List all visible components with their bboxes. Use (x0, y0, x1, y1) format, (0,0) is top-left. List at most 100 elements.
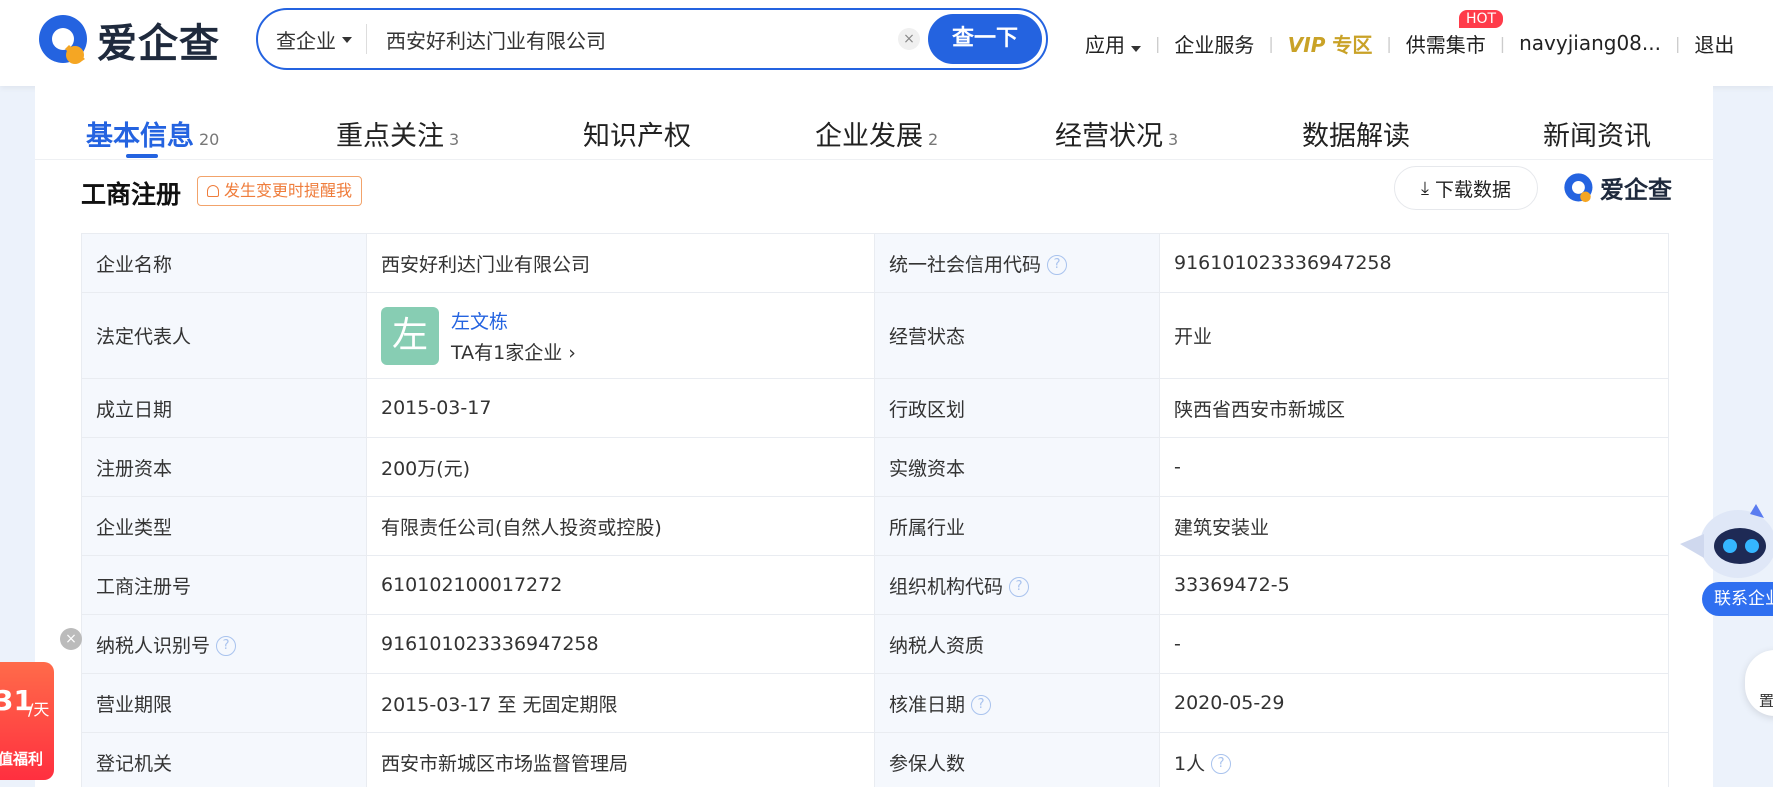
taxpayer-qual-value: - (1159, 614, 1669, 674)
authority-value: 西安市新城区市场监督管理局 (366, 732, 875, 787)
nav-separator: | (1155, 33, 1161, 53)
robot-assistant-icon[interactable] (1676, 500, 1773, 584)
insured-label: 参保人数 (874, 732, 1160, 787)
avatar[interactable]: 左 (381, 306, 439, 365)
bell-icon (207, 185, 219, 197)
download-button[interactable]: ⤓ 下载数据 (1394, 166, 1538, 210)
promo-banner[interactable]: 31 /天 值福利 (0, 662, 54, 780)
help-icon[interactable]: ? (971, 695, 992, 715)
tab-data-insight[interactable]: 数据解读 (1302, 114, 1410, 153)
search-bar: 查企业 × 查一下 (256, 8, 1126, 70)
nav-separator: | (1386, 33, 1392, 53)
watermark-text: 爱企查 (1600, 176, 1672, 204)
legal-rep-name-link[interactable]: 左文栋 (451, 307, 576, 334)
status-value: 开业 (1159, 292, 1669, 379)
region-value: 陕西省西安市新城区 (1159, 378, 1669, 438)
taxpayer-id-label: 纳税人识别号? (81, 614, 367, 674)
approval-value: 2020-05-29 (1159, 673, 1669, 733)
chevron-down-icon (342, 36, 352, 43)
insured-value: 1人? (1159, 732, 1669, 787)
nav-apps[interactable]: 应用 (1085, 29, 1141, 58)
credit-code-label: 统一社会信用代码? (874, 233, 1160, 293)
promo-unit: /天 (28, 700, 50, 719)
nav-vip-zone[interactable]: VIP 专区 (1288, 29, 1373, 58)
taxpayer-id-value: 916101023336947258 (366, 614, 875, 674)
table-row: 成立日期 2015-03-17 行政区划 陕西省西安市新城区 (81, 378, 1669, 438)
status-label: 经营状态 (874, 292, 1160, 379)
reg-capital-label: 注册资本 (81, 437, 367, 497)
chevron-right-icon: › (568, 341, 576, 364)
tab-key-focus[interactable]: 重点关注 3 (336, 114, 459, 153)
paid-capital-label: 实缴资本 (874, 437, 1160, 497)
download-icon: ⤓ (1421, 177, 1429, 199)
approval-label: 核准日期? (874, 673, 1160, 733)
nav-logout[interactable]: 退出 (1694, 29, 1734, 58)
authority-label: 登记机关 (81, 732, 367, 787)
term-label: 营业期限 (81, 673, 367, 733)
nav-separator: | (1268, 33, 1274, 53)
watermark-logo: 爱企查 (1562, 170, 1672, 205)
table-row: 工商注册号 610102100017272 组织机构代码? 33369472-5 (81, 555, 1669, 615)
top-header: 爱企查 查企业 × 查一下 应用 | 企业服务 | VIP 专区 | 供需集市 … (0, 0, 1773, 86)
region-label: 行政区划 (874, 378, 1160, 438)
reg-capital-value: 200万(元) (366, 437, 875, 497)
term-value: 2015-03-17 至 无固定期限 (366, 673, 875, 733)
paid-capital-value: - (1159, 437, 1669, 497)
company-type-value: 有限责任公司(自然人投资或控股) (366, 496, 875, 556)
nav-supply-demand[interactable]: 供需集市 (1406, 29, 1486, 58)
section-title: 工商注册 (81, 180, 182, 209)
clear-icon[interactable]: × (898, 28, 920, 50)
nav-username[interactable]: navyjiang08... (1519, 31, 1661, 55)
search-divider (366, 24, 367, 54)
download-label: 下载数据 (1434, 178, 1511, 201)
help-icon[interactable]: ? (216, 636, 237, 656)
company-name-value: 西安好利达门业有限公司 (366, 233, 875, 293)
tab-basic-info[interactable]: 基本信息 20 (86, 114, 219, 153)
main-card: 基本信息 20 重点关注 3 知识产权 企业发展 2 经营状况 3 数据解读 新闻资讯 … (35, 86, 1713, 787)
table-row: 企业类型 有限责任公司(自然人投资或控股) 所属行业 建筑安装业 (81, 496, 1669, 556)
founded-value: 2015-03-17 (366, 378, 875, 438)
company-type-label: 企业类型 (81, 496, 367, 556)
tab-operations[interactable]: 经营状况 3 (1055, 114, 1178, 153)
taxpayer-qual-label: 纳税人资质 (874, 614, 1160, 674)
help-icon[interactable]: ? (1047, 255, 1068, 275)
legal-rep-label: 法定代表人 (81, 292, 367, 379)
search-button[interactable]: 查一下 (928, 14, 1042, 64)
tab-development[interactable]: 企业发展 2 (815, 114, 938, 153)
table-row: 企业名称 西安好利达门业有限公司 统一社会信用代码? 9161010233369… (81, 233, 1669, 293)
side-float-button[interactable]: 置 (1745, 650, 1773, 716)
remind-label: 发生变更时提醒我 (224, 181, 353, 200)
org-code-label: 组织机构代码? (874, 555, 1160, 615)
table-row: 营业期限 2015-03-17 至 无固定期限 核准日期? 2020-05-29 (81, 673, 1669, 733)
remind-button[interactable]: 发生变更时提醒我 (197, 176, 363, 206)
legal-rep-companies-link[interactable]: TA有1家企业 › (451, 338, 576, 365)
nav-separator: | (1499, 33, 1506, 53)
industry-label: 所属行业 (874, 496, 1160, 556)
contact-enterprise-button[interactable]: 联系企业 (1702, 582, 1773, 616)
table-row: 登记机关 西安市新城区市场监督管理局 参保人数 1人? (81, 732, 1669, 787)
reg-no-label: 工商注册号 (81, 555, 367, 615)
industry-value: 建筑安装业 (1159, 496, 1669, 556)
table-row: 注册资本 200万(元) 实缴资本 - (81, 437, 1669, 497)
founded-label: 成立日期 (81, 378, 367, 438)
nav-enterprise-service[interactable]: 企业服务 (1174, 29, 1254, 58)
registration-table: 企业名称 西安好利达门业有限公司 统一社会信用代码? 9161010233369… (81, 233, 1669, 787)
company-name-label: 企业名称 (81, 233, 367, 293)
table-row: 纳税人识别号? 916101023336947258 纳税人资质 - (81, 614, 1669, 674)
close-icon[interactable]: × (60, 628, 82, 650)
search-type-select[interactable]: 查企业 (276, 25, 352, 54)
tab-news[interactable]: 新闻资讯 (1543, 114, 1651, 153)
logo[interactable]: 爱企查 (35, 10, 220, 70)
hot-badge: HOT (1459, 10, 1504, 28)
logo-q-icon (1564, 172, 1593, 202)
tab-ip[interactable]: 知识产权 (583, 114, 691, 153)
org-code-value: 33369472-5 (1159, 555, 1669, 615)
search-type-label: 查企业 (276, 29, 336, 53)
logo-q-icon (39, 15, 87, 64)
legal-rep-value: 左 左文栋 TA有1家企业 › (366, 292, 875, 379)
tab-bar: 基本信息 20 重点关注 3 知识产权 企业发展 2 经营状况 3 数据解读 新闻资讯 (35, 86, 1713, 160)
reg-no-value: 610102100017272 (366, 555, 875, 615)
help-icon[interactable]: ? (1211, 754, 1232, 774)
logo-text: 爱企查 (97, 21, 220, 67)
help-icon[interactable]: ? (1009, 577, 1030, 597)
